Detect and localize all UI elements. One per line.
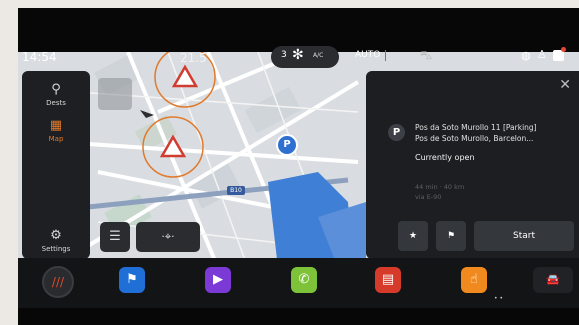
dock-app-heat[interactable]: /// <box>42 266 74 298</box>
vehicle-icon: 🚘 <box>546 273 560 286</box>
destination-name-line2: Pos de Soto Murollo, Barcelon... <box>415 134 534 143</box>
hand-icon: ☝ <box>470 272 478 287</box>
temperature-readout[interactable]: 21.5 <box>180 51 207 65</box>
device-frame: B10 P 14:54 21.5 3 ✻ A/C AUTO ⛍ ◍ ♙ ⚲ De… <box>0 0 579 325</box>
route-via: via E-90 <box>415 193 442 201</box>
nav-item-map[interactable]: ▦ Map <box>22 118 90 144</box>
phone-icon: ✆ <box>298 272 310 287</box>
globe-icon[interactable]: ◍ <box>521 49 531 62</box>
nav-item-settings[interactable]: ⚙ Settings <box>22 228 90 254</box>
infotainment-screen: B10 P 14:54 21.5 3 ✻ A/C AUTO ⛍ ◍ ♙ ⚲ De… <box>18 8 579 325</box>
route-duration-distance: 44 min · 40 km <box>415 183 465 191</box>
fan-level: 3 <box>281 50 287 60</box>
opening-status: Currently open <box>415 153 475 162</box>
dock-app-vehicle[interactable]: 🚘 <box>533 267 573 293</box>
parking-poi-marker[interactable]: P <box>276 134 298 156</box>
dock-app-assistant[interactable]: ☝ <box>461 267 487 293</box>
star-icon: ★ <box>408 231 418 241</box>
close-icon[interactable]: ✕ <box>559 77 571 93</box>
list-icon: ☰ <box>109 229 121 244</box>
user-icon[interactable]: ♙ <box>537 48 547 61</box>
add-waypoint-button[interactable]: ⚑ <box>436 221 466 251</box>
poi-letter: P <box>283 139 291 150</box>
play-icon: ▶ <box>213 272 223 287</box>
auto-climate-button[interactable]: AUTO <box>355 50 380 60</box>
map-square-tile <box>98 78 132 110</box>
nav-label: Settings <box>41 245 71 253</box>
page-indicator: •• <box>494 295 506 302</box>
gear-icon: ⚙ <box>50 228 62 243</box>
parking-icon: P <box>388 124 405 141</box>
hazard-icon[interactable] <box>156 135 190 159</box>
dock-app-radio[interactable]: ▤ <box>375 267 401 293</box>
route-summary: 44 min · 40 km via E-90 <box>415 182 464 202</box>
road-shield-label: B10 <box>230 187 242 194</box>
recenter-button[interactable]: ·⌖· <box>136 222 200 252</box>
destination-panel: ✕ P Pos da Soto Murollo 11 [Parking] Pos… <box>366 71 579 259</box>
nav-item-dests[interactable]: ⚲ Dests <box>22 82 90 108</box>
nav-label: Dests <box>46 99 66 107</box>
search-pin-icon: ⚲ <box>51 82 61 97</box>
radio-icon: ▤ <box>381 272 395 287</box>
seat-heat-icon: /// <box>51 275 65 289</box>
divider <box>385 50 386 61</box>
car-icon[interactable]: ⛍ <box>420 48 432 64</box>
flag-icon: ⚑ <box>126 272 138 287</box>
left-nav-panel: ⚲ Dests ▦ Map ⚙ Settings <box>22 71 90 259</box>
nav-label: Map <box>48 135 64 143</box>
ac-label[interactable]: A/C <box>313 52 323 59</box>
map-icon: ▦ <box>49 118 63 133</box>
destination-name: Pos da Soto Murollo 11 [Parking] Pos de … <box>415 122 537 144</box>
fan-icon: ✻ <box>292 47 304 63</box>
start-label: Start <box>513 231 535 241</box>
flag-pin-icon: ⚑ <box>446 231 456 241</box>
status-bar: 14:54 21.5 3 ✻ A/C AUTO ⛍ ◍ ♙ <box>18 40 579 70</box>
dock-app-navigation[interactable]: ⚑ <box>119 267 145 293</box>
crosshair-icon: ·⌖· <box>161 230 175 243</box>
destination-name-line1: Pos da Soto Murollo 11 [Parking] <box>415 123 537 132</box>
start-button[interactable]: Start <box>474 221 574 251</box>
clock: 14:54 <box>22 50 57 64</box>
dock-app-media[interactable]: ▶ <box>205 267 231 293</box>
fan-control[interactable]: 3 ✻ A/C <box>271 46 339 68</box>
notification-badge <box>561 47 566 52</box>
dock-app-phone[interactable]: ✆ <box>291 267 317 293</box>
favorite-button[interactable]: ★ <box>398 221 428 251</box>
app-dock: /// ⚑ ▶ ✆ ▤ ☝ •• 🚘 <box>18 258 579 308</box>
list-view-button[interactable]: ☰ <box>100 222 130 252</box>
